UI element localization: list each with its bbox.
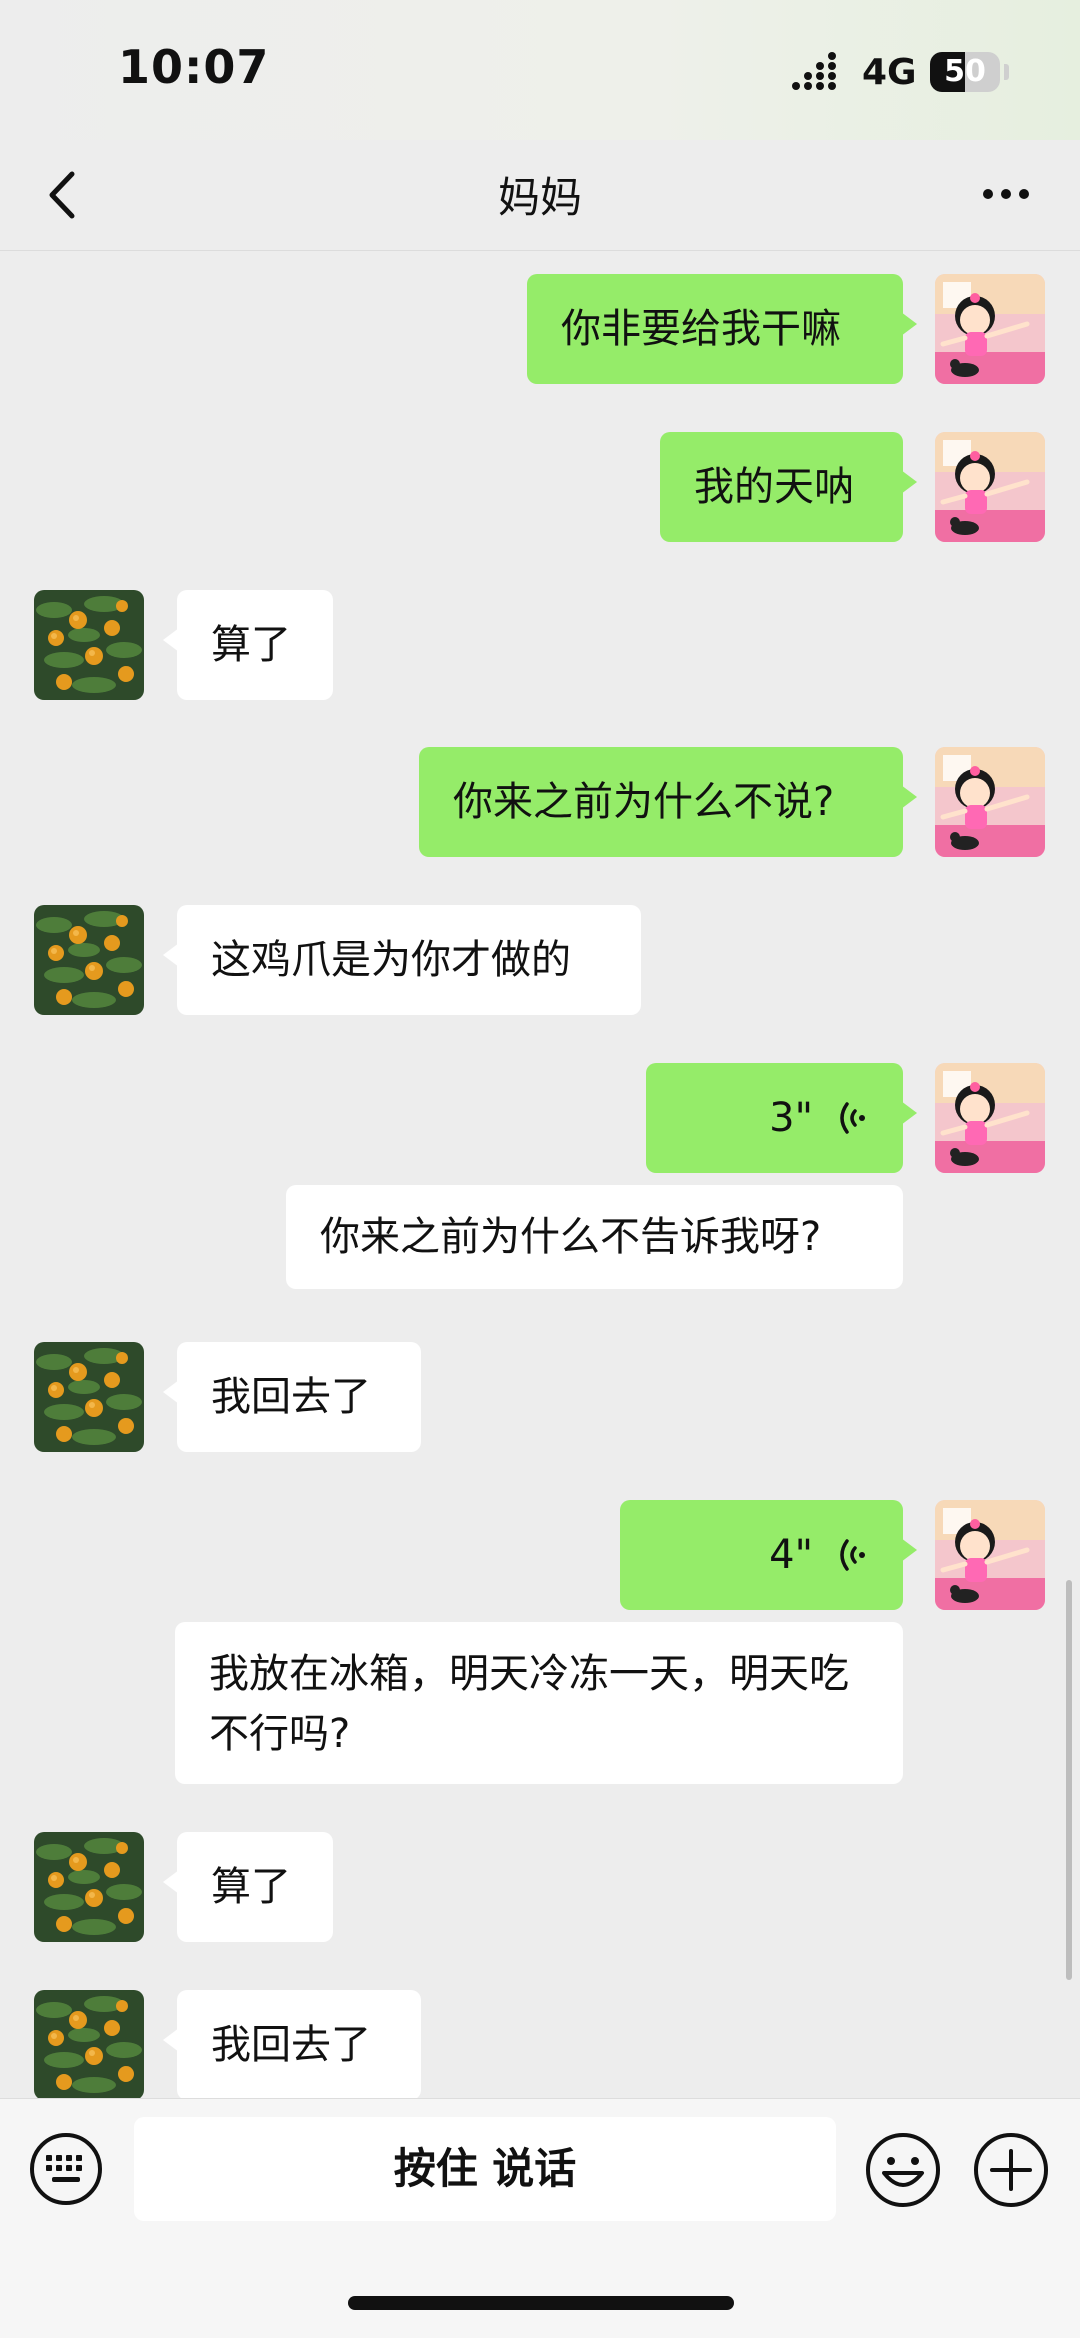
status-time: 10:07: [118, 40, 270, 94]
mom-avatar[interactable]: [34, 905, 144, 1015]
voice-wave-icon: [840, 1539, 865, 1571]
my-avatar[interactable]: [935, 274, 1045, 384]
incoming-bubble[interactable]: 我回去了: [163, 1342, 421, 1452]
voice-duration: 4": [769, 1532, 813, 1578]
mom-avatar[interactable]: [34, 1832, 144, 1942]
battery-tip: [1004, 64, 1009, 80]
voice-message-bubble[interactable]: 3": [646, 1063, 917, 1173]
voice-transcript[interactable]: 我放在冰箱，明天冷冻一天，明天吃不行吗?: [175, 1622, 903, 1784]
mom-avatar[interactable]: [34, 1342, 144, 1452]
my-avatar[interactable]: [935, 1500, 1045, 1610]
mom-avatar[interactable]: [34, 1990, 144, 2100]
status-bar: 10:07 4G 50: [0, 0, 1080, 140]
chat-title: 妈妈: [497, 173, 582, 222]
incoming-bubble[interactable]: 这鸡爪是为你才做的: [163, 905, 641, 1015]
incoming-bubble[interactable]: 算了: [163, 1832, 333, 1942]
mom-avatar[interactable]: [34, 590, 144, 700]
signal-icon: [792, 52, 836, 90]
voice-duration: 3": [769, 1095, 813, 1141]
voice-message-bubble[interactable]: 4": [620, 1500, 917, 1610]
battery-icon: 50: [930, 52, 1000, 92]
plus-icon[interactable]: [972, 2131, 1050, 2209]
my-avatar[interactable]: [935, 1063, 1045, 1173]
chat-header: 妈妈: [0, 140, 1080, 251]
hold-to-talk-button[interactable]: 按住 说话: [134, 2117, 836, 2221]
my-avatar[interactable]: [935, 432, 1045, 542]
more-dots-icon[interactable]: [978, 166, 1034, 222]
scrollbar[interactable]: [1066, 1580, 1072, 1980]
incoming-bubble[interactable]: 我回去了: [163, 1990, 421, 2100]
network-type: 4G: [862, 52, 917, 93]
outgoing-bubble[interactable]: 你非要给我干嘛: [527, 274, 917, 384]
emoji-icon[interactable]: [864, 2131, 942, 2209]
home-indicator[interactable]: [348, 2296, 734, 2310]
voice-wave-icon: [840, 1102, 865, 1134]
battery-level: 50: [944, 54, 986, 89]
keyboard-icon[interactable]: [28, 2131, 104, 2207]
outgoing-bubble[interactable]: 你来之前为什么不说?: [419, 747, 917, 857]
outgoing-bubble[interactable]: 我的天呐: [660, 432, 917, 542]
incoming-bubble[interactable]: 算了: [163, 590, 333, 700]
voice-transcript[interactable]: 你来之前为什么不告诉我呀?: [286, 1185, 903, 1289]
my-avatar[interactable]: [935, 747, 1045, 857]
